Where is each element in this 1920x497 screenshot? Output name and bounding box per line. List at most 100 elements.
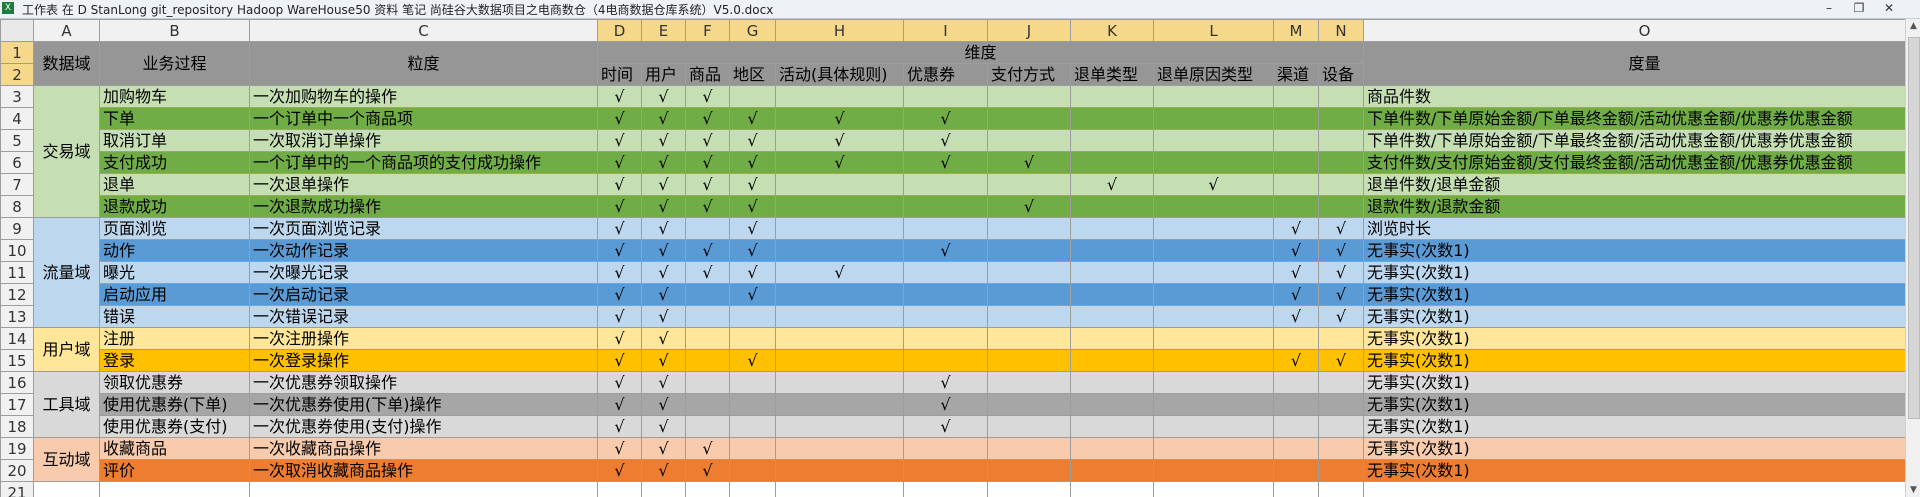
row-header-19[interactable]: 19 xyxy=(0,437,34,460)
measure-cell[interactable]: 商品件数 xyxy=(1363,85,1905,108)
check-cell[interactable] xyxy=(1153,371,1274,394)
check-cell[interactable] xyxy=(987,327,1071,350)
restore-button[interactable]: ❐ xyxy=(1846,0,1872,17)
check-cell[interactable] xyxy=(775,195,904,218)
check-cell[interactable] xyxy=(775,437,904,460)
check-cell[interactable] xyxy=(1273,459,1319,482)
check-cell[interactable] xyxy=(775,217,904,240)
measure-cell[interactable]: 无事实(次数1) xyxy=(1363,437,1905,460)
check-cell[interactable]: √ xyxy=(597,305,642,328)
check-cell[interactable]: √ xyxy=(1318,239,1364,262)
check-cell[interactable] xyxy=(903,349,988,372)
check-cell[interactable] xyxy=(1153,327,1274,350)
check-cell[interactable]: √ xyxy=(1318,283,1364,306)
check-cell[interactable] xyxy=(1070,283,1154,306)
measure-cell[interactable]: 退单件数/退单金额 xyxy=(1363,173,1905,196)
check-cell[interactable] xyxy=(987,261,1071,284)
check-cell[interactable] xyxy=(775,283,904,306)
check-cell[interactable]: √ xyxy=(1273,283,1319,306)
check-cell[interactable] xyxy=(1070,217,1154,240)
check-cell[interactable]: √ xyxy=(685,107,730,130)
row-header-12[interactable]: 12 xyxy=(0,283,34,306)
check-cell[interactable]: √ xyxy=(685,195,730,218)
check-cell[interactable] xyxy=(1273,371,1319,394)
check-cell[interactable] xyxy=(1153,129,1274,152)
check-cell[interactable] xyxy=(1070,349,1154,372)
empty-cell[interactable] xyxy=(1070,481,1154,497)
check-cell[interactable] xyxy=(987,217,1071,240)
process-cell[interactable]: 登录 xyxy=(99,349,250,372)
check-cell[interactable] xyxy=(1070,305,1154,328)
grain-cell[interactable]: 一次动作记录 xyxy=(249,239,598,262)
scroll-up-icon[interactable]: ▲ xyxy=(1906,19,1920,33)
column-header-l[interactable]: L xyxy=(1153,19,1274,42)
close-button[interactable]: ✕ xyxy=(1876,0,1902,17)
check-cell[interactable] xyxy=(1273,437,1319,460)
check-cell[interactable] xyxy=(1318,371,1364,394)
check-cell[interactable] xyxy=(903,459,988,482)
header-dim-2[interactable]: 用户 xyxy=(641,63,686,86)
process-cell[interactable]: 加购物车 xyxy=(99,85,250,108)
check-cell[interactable]: √ xyxy=(903,415,988,438)
check-cell[interactable] xyxy=(987,437,1071,460)
row-header-11[interactable]: 11 xyxy=(0,261,34,284)
check-cell[interactable]: √ xyxy=(1318,217,1364,240)
domain-cell[interactable]: 流量域 xyxy=(33,217,100,328)
check-cell[interactable] xyxy=(775,393,904,416)
check-cell[interactable]: √ xyxy=(1318,305,1364,328)
check-cell[interactable] xyxy=(987,349,1071,372)
check-cell[interactable]: √ xyxy=(641,371,686,394)
check-cell[interactable]: √ xyxy=(597,195,642,218)
measure-cell[interactable]: 无事实(次数1) xyxy=(1363,415,1905,438)
check-cell[interactable]: √ xyxy=(597,173,642,196)
check-cell[interactable] xyxy=(1318,151,1364,174)
check-cell[interactable]: √ xyxy=(1318,349,1364,372)
check-cell[interactable] xyxy=(1153,393,1274,416)
process-cell[interactable]: 退款成功 xyxy=(99,195,250,218)
check-cell[interactable] xyxy=(775,239,904,262)
process-cell[interactable]: 收藏商品 xyxy=(99,437,250,460)
row-header-15[interactable]: 15 xyxy=(0,349,34,372)
check-cell[interactable]: √ xyxy=(775,261,904,284)
check-cell[interactable]: √ xyxy=(1273,217,1319,240)
check-cell[interactable]: √ xyxy=(597,217,642,240)
check-cell[interactable]: √ xyxy=(597,415,642,438)
check-cell[interactable] xyxy=(729,371,776,394)
empty-cell[interactable] xyxy=(33,481,100,497)
row-header-14[interactable]: 14 xyxy=(0,327,34,350)
header-dim-9[interactable]: 退单原因类型 xyxy=(1153,63,1274,86)
check-cell[interactable] xyxy=(1318,415,1364,438)
check-cell[interactable] xyxy=(903,327,988,350)
check-cell[interactable] xyxy=(1318,437,1364,460)
domain-cell[interactable]: 工具域 xyxy=(33,371,100,438)
check-cell[interactable]: √ xyxy=(1273,349,1319,372)
check-cell[interactable]: √ xyxy=(597,261,642,284)
check-cell[interactable]: √ xyxy=(903,107,988,130)
check-cell[interactable] xyxy=(1153,239,1274,262)
check-cell[interactable] xyxy=(1273,195,1319,218)
check-cell[interactable]: √ xyxy=(685,239,730,262)
check-cell[interactable] xyxy=(903,195,988,218)
check-cell[interactable] xyxy=(685,305,730,328)
check-cell[interactable] xyxy=(1153,305,1274,328)
check-cell[interactable] xyxy=(903,173,988,196)
row-header-1[interactable]: 1 xyxy=(0,41,34,64)
column-header-i[interactable]: I xyxy=(903,19,988,42)
grain-cell[interactable]: 一次优惠券领取操作 xyxy=(249,371,598,394)
check-cell[interactable] xyxy=(685,393,730,416)
grain-cell[interactable]: 一次取消订单操作 xyxy=(249,129,598,152)
check-cell[interactable] xyxy=(729,327,776,350)
check-cell[interactable] xyxy=(1318,327,1364,350)
check-cell[interactable]: √ xyxy=(597,239,642,262)
check-cell[interactable]: √ xyxy=(641,437,686,460)
check-cell[interactable] xyxy=(685,283,730,306)
header-dim-11[interactable]: 设备 xyxy=(1318,63,1364,86)
check-cell[interactable] xyxy=(1070,415,1154,438)
check-cell[interactable]: √ xyxy=(597,371,642,394)
empty-cell[interactable] xyxy=(249,481,598,497)
check-cell[interactable]: √ xyxy=(685,261,730,284)
check-cell[interactable]: √ xyxy=(729,173,776,196)
check-cell[interactable]: √ xyxy=(597,327,642,350)
process-cell[interactable]: 动作 xyxy=(99,239,250,262)
check-cell[interactable] xyxy=(987,85,1071,108)
